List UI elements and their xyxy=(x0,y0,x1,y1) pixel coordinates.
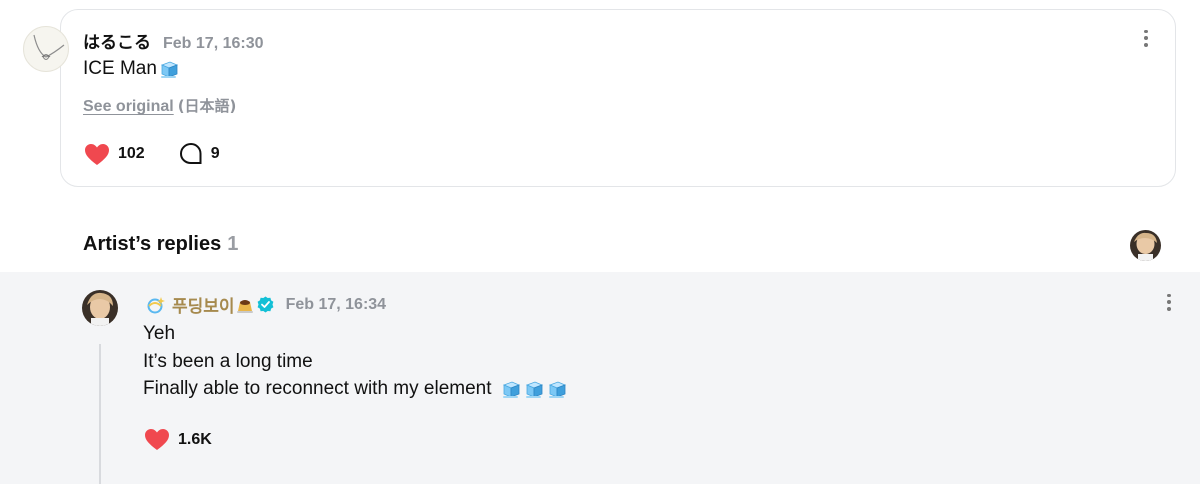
reply-like-count: 1.6K xyxy=(178,430,212,448)
artist-avatar-image xyxy=(82,290,118,326)
artist-reply: 푸딩보이 Feb 17, 16:34 Yeh It’s been a long … xyxy=(0,272,1200,484)
ice-cube-icon xyxy=(502,381,520,398)
post-more-options-icon[interactable] xyxy=(1136,28,1156,48)
like-count: 102 xyxy=(118,145,145,162)
artist-replies-count: 1 xyxy=(227,233,239,255)
comment-bubble-icon xyxy=(179,142,202,164)
ice-cube-icon xyxy=(548,381,566,398)
see-original-row: See original (日本語) xyxy=(83,95,236,116)
reply-header: 푸딩보이 Feb 17, 16:34 xyxy=(146,292,386,317)
comment-button[interactable]: 9 xyxy=(179,142,220,166)
post-username[interactable]: はるこる xyxy=(83,28,151,53)
heart-icon xyxy=(85,143,109,165)
reply-author-avatar[interactable] xyxy=(82,290,118,326)
reply-line: Yeh xyxy=(143,323,176,344)
reply-like-button[interactable]: 1.6K xyxy=(144,428,212,451)
necklace-avatar-image xyxy=(33,34,65,60)
artist-replies-title: Artist’s replies xyxy=(83,233,222,255)
comment-count: 9 xyxy=(210,145,220,162)
ice-cube-icon xyxy=(160,61,178,78)
post-text: ICE Man xyxy=(83,58,157,79)
ice-cube-icons xyxy=(499,379,567,399)
reply-username[interactable]: 푸딩보이 xyxy=(172,292,235,317)
pudding-icon xyxy=(236,299,253,313)
post-header: はるこる Feb 17, 16:30 xyxy=(83,28,264,53)
post-author-avatar[interactable] xyxy=(23,26,69,72)
like-button[interactable]: 102 xyxy=(84,143,145,166)
original-language: (日本語) xyxy=(177,97,237,115)
thread-line xyxy=(99,344,101,484)
reply-line-with-icons: Finally able to reconnect with my elemen… xyxy=(143,375,567,403)
reply-timestamp: Feb 17, 16:34 xyxy=(285,295,387,313)
artist-avatar-image xyxy=(1130,230,1161,261)
ice-cube-icon xyxy=(525,381,543,398)
post-actions: 102 9 xyxy=(84,142,254,166)
reply-more-options-icon[interactable] xyxy=(1159,292,1179,312)
post-body: ICE Man xyxy=(83,58,179,80)
reply-line: It’s been a long time xyxy=(143,350,313,372)
reply-line: Finally able to reconnect with my elemen… xyxy=(143,378,492,399)
sparkle-icon xyxy=(147,296,165,313)
reply-body: Yeh It’s been a long time Finally able t… xyxy=(143,320,567,403)
heart-icon xyxy=(145,429,169,450)
artist-replies-heading: Artist’s replies 1 xyxy=(83,233,238,256)
verified-badge-icon xyxy=(257,296,273,313)
artist-avatar-small[interactable] xyxy=(1130,230,1161,261)
see-original-link[interactable]: See original xyxy=(83,98,174,116)
post-timestamp: Feb 17, 16:30 xyxy=(163,35,264,52)
